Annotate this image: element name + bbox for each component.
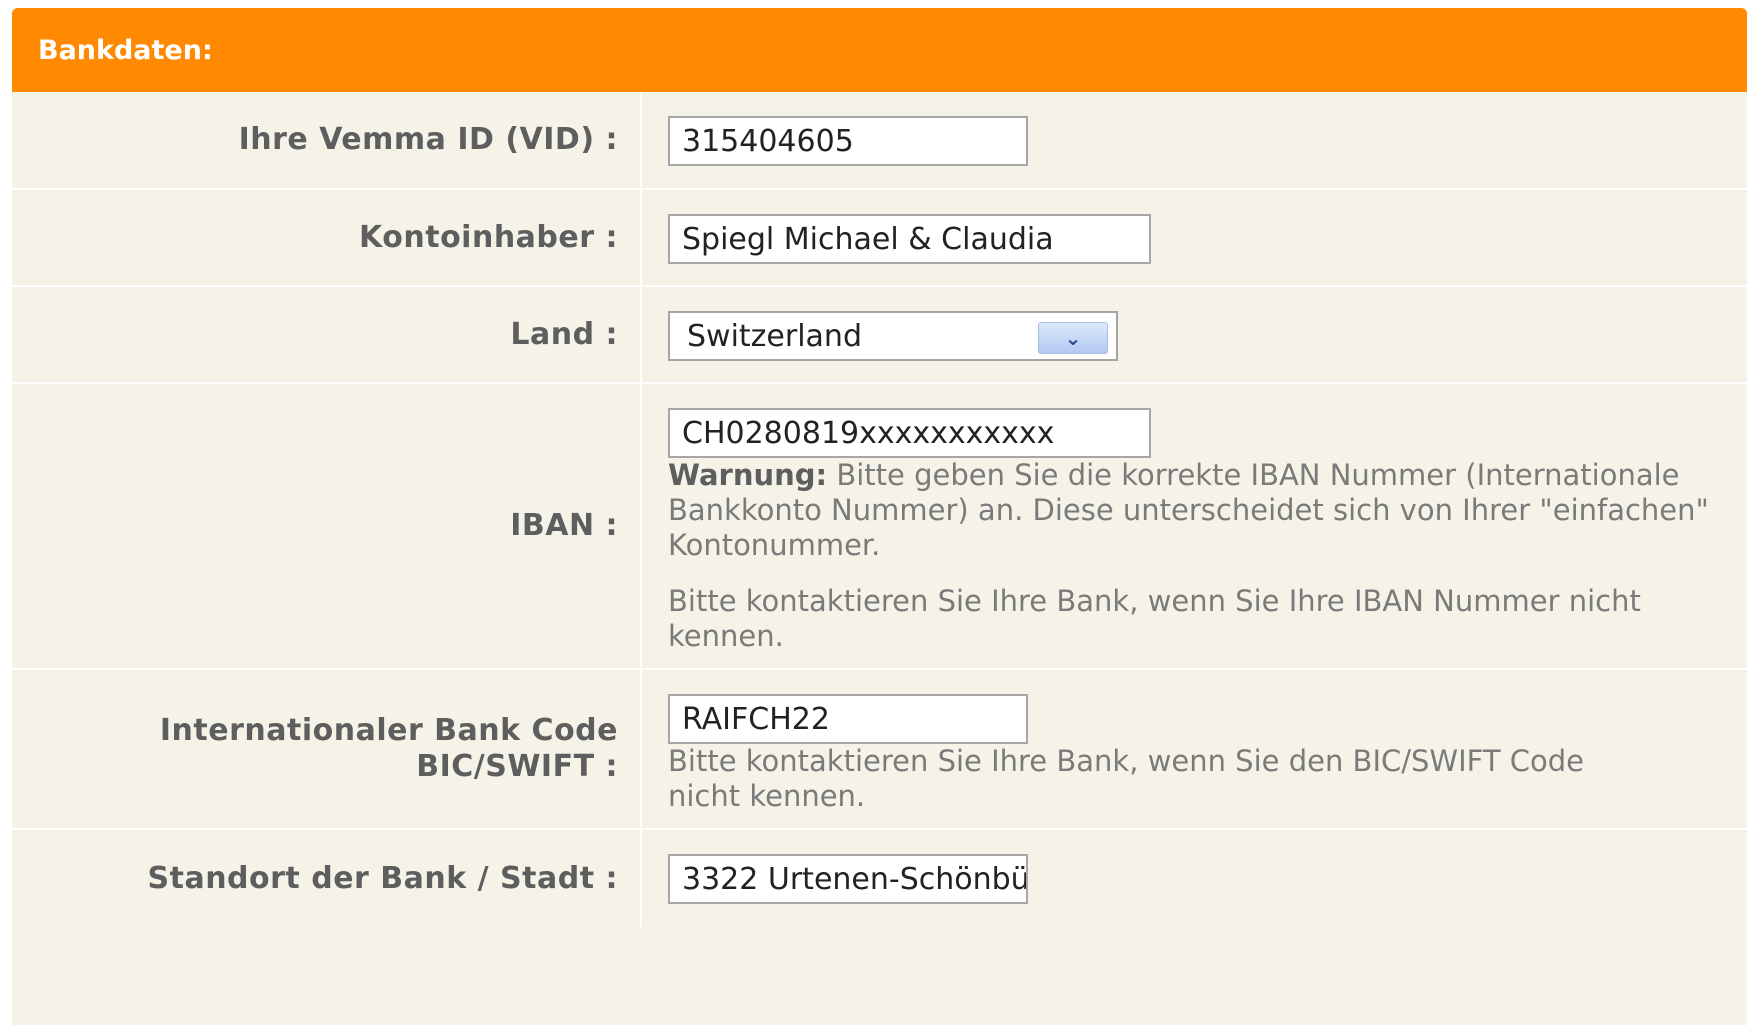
land-row: Land : Switzerland ⌄ — [12, 287, 1747, 384]
vid-row: Ihre Vemma ID (VID) : 315404605 — [12, 92, 1747, 190]
land-select[interactable]: Switzerland ⌄ — [668, 311, 1118, 361]
bic-row: Internationaler Bank Code BIC/SWIFT : RA… — [12, 670, 1747, 830]
iban-row: IBAN : CH0280819xxxxxxxxxxx Warnung: Bit… — [12, 384, 1747, 670]
section-header: Bankdaten: — [12, 8, 1747, 92]
bic-label-line1: Internationaler Bank Code — [159, 713, 618, 748]
iban-input[interactable]: CH0280819xxxxxxxxxxx — [668, 408, 1151, 458]
land-label: Land : — [510, 316, 618, 352]
vid-label: Ihre Vemma ID (VID) : — [238, 122, 618, 157]
bic-label: Internationaler Bank Code BIC/SWIFT : — [160, 713, 618, 785]
standort-input[interactable]: 3322 Urtenen-Schönbühl — [668, 854, 1028, 904]
chevron-down-icon[interactable]: ⌄ — [1038, 322, 1108, 354]
kontoinhaber-input[interactable]: Spiegl Michael & Claudia — [668, 214, 1151, 264]
bic-input[interactable]: RAIFCH22 — [668, 694, 1028, 744]
bic-label-line2: BIC/SWIFT : — [416, 749, 618, 784]
bank-details-panel: Bankdaten: Ihre Vemma ID (VID) : 3154046… — [12, 8, 1747, 1025]
land-select-value: Switzerland — [687, 318, 862, 354]
standort-label: Standort der Bank / Stadt : — [147, 860, 618, 896]
vid-input[interactable]: 315404605 — [668, 116, 1028, 166]
iban-warning: Warnung: Bitte geben Sie die korrekte IB… — [668, 458, 1747, 563]
iban-help-text: Bitte kontaktieren Sie Ihre Bank, wenn S… — [668, 584, 1641, 653]
section-title: Bankdaten: — [38, 34, 213, 66]
bic-help-text: Bitte kontaktieren Sie Ihre Bank, wenn S… — [668, 744, 1585, 813]
standort-row: Standort der Bank / Stadt : 3322 Urtenen… — [12, 830, 1747, 927]
kontoinhaber-label: Kontoinhaber : — [359, 219, 618, 255]
iban-warning-label: Warnung: — [668, 458, 828, 492]
kontoinhaber-row: Kontoinhaber : Spiegl Michael & Claudia — [12, 190, 1747, 287]
iban-label: IBAN : — [510, 508, 618, 543]
